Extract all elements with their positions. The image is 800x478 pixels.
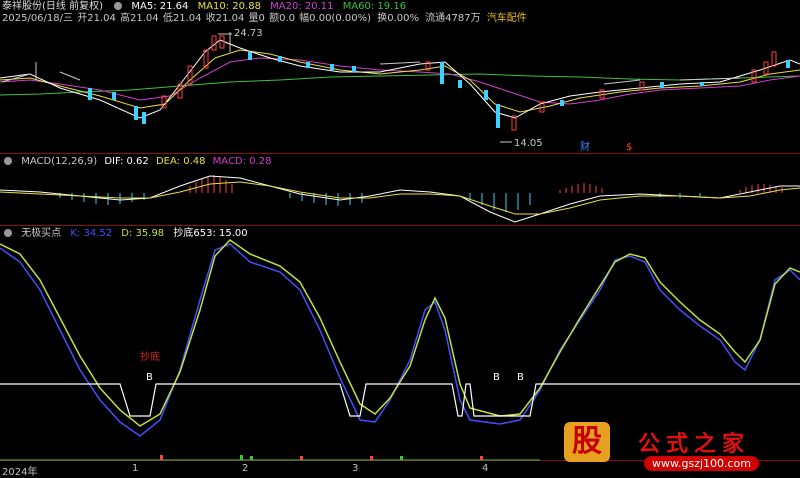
indicator-header: 无极买点 K: 34.52 D: 35.98 抄底653: 15.00 bbox=[2, 228, 254, 240]
finance-marker[interactable]: 财 bbox=[580, 142, 590, 154]
chaodi-line bbox=[0, 383, 800, 417]
logo-brand: 公式之家 bbox=[638, 431, 751, 457]
ma10-line bbox=[0, 49, 800, 113]
macd-header: MACD(12,26,9) DIF: 0.62 DEA: 0.48 MACD: … bbox=[2, 156, 277, 168]
macd-dif-value: DIF: 0.62 bbox=[104, 156, 149, 167]
site-logo: 股 公式之家 www.gszj100.com bbox=[556, 422, 800, 476]
macd-dea-value: DEA: 0.48 bbox=[155, 156, 206, 167]
indicator-d-value: D: 35.98 bbox=[121, 228, 165, 239]
ma5-line bbox=[0, 39, 800, 119]
indicator-settings-icon[interactable] bbox=[4, 229, 12, 237]
macd-name[interactable]: MACD(12,26,9) bbox=[21, 156, 97, 167]
high-price-label: 24.73 bbox=[234, 28, 263, 39]
d-line bbox=[0, 239, 800, 427]
buy-signal-b: B bbox=[146, 372, 153, 383]
dividend-marker[interactable]: $ bbox=[626, 142, 632, 154]
ma20-line bbox=[0, 57, 800, 105]
macd-settings-icon[interactable] bbox=[4, 157, 12, 165]
xaxis-label: 3 bbox=[352, 463, 359, 474]
indicator-chaodi-value: 抄底653: 15.00 bbox=[173, 228, 248, 239]
low-price-label: 14.05 bbox=[514, 138, 543, 149]
chaodi-annotation: 抄底 bbox=[140, 352, 160, 363]
k-line bbox=[0, 243, 800, 437]
xaxis-label: 1 bbox=[132, 463, 139, 474]
logo-url: www.gszj100.com bbox=[644, 456, 760, 471]
indicator-name[interactable]: 无极买点 bbox=[21, 228, 61, 239]
volume-strip bbox=[0, 455, 540, 461]
logo-mark: 股 bbox=[564, 422, 610, 462]
macd-value: MACD: 0.28 bbox=[212, 156, 272, 167]
xaxis-label: 2 bbox=[242, 463, 249, 474]
buy-signal-b: B bbox=[517, 372, 524, 383]
indicator-k-value: K: 34.52 bbox=[70, 228, 113, 239]
buy-signal-b: B bbox=[493, 372, 500, 383]
xaxis-label: 4 bbox=[482, 463, 489, 474]
